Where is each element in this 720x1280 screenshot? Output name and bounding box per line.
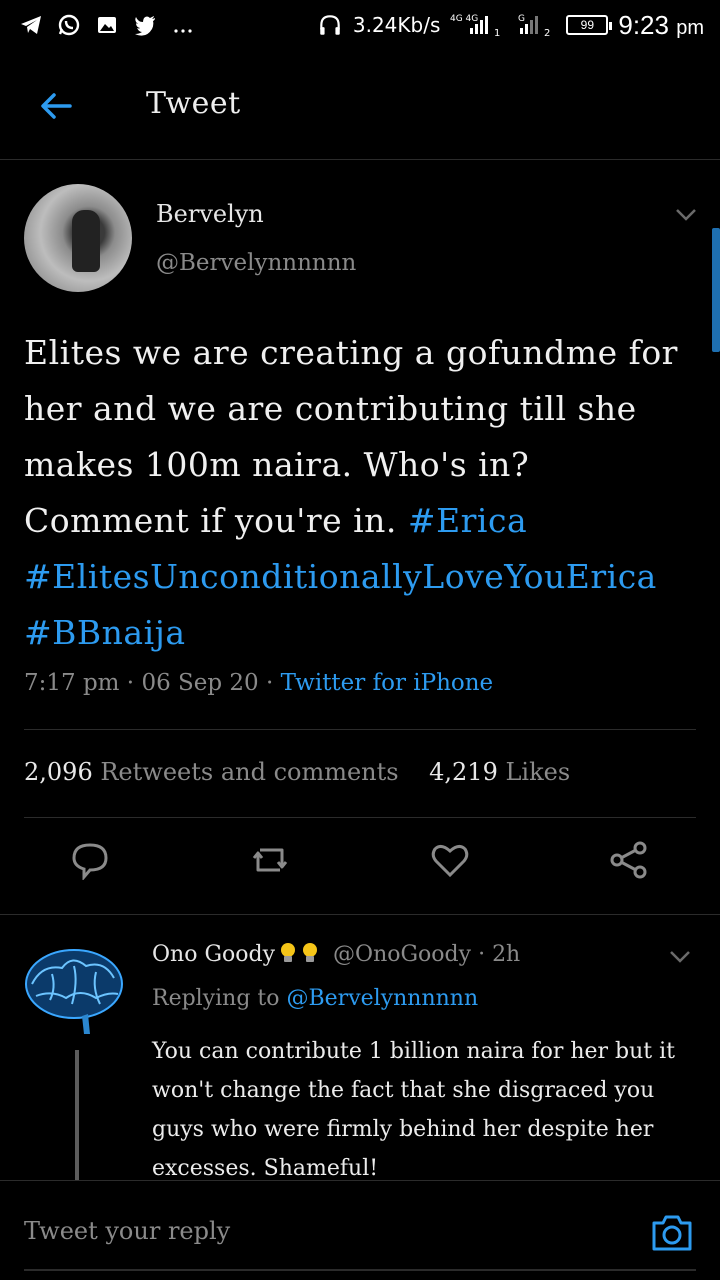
- svg-text:1: 1: [494, 28, 500, 38]
- clock: 9:23 pm: [618, 9, 704, 40]
- tweet-meta: 7:17 pm · 06 Sep 20 · Twitter for iPhone: [24, 670, 494, 696]
- retweets-label: Retweets and comments: [100, 758, 399, 786]
- author-name[interactable]: Bervelyn: [156, 200, 264, 228]
- telegram-icon: [18, 12, 44, 38]
- replying-to: Replying to @Bervelynnnnnn: [152, 986, 478, 1011]
- network-speed: 3.24Kb/s: [352, 13, 441, 37]
- reply-tweet[interactable]: Ono Goody @OnoGoody · 2h Replying to @Be…: [0, 916, 720, 1181]
- chevron-down-icon[interactable]: [666, 942, 694, 970]
- tweet-text: Elites we are creating a gofundme for he…: [24, 325, 694, 661]
- section-separator: [0, 914, 720, 915]
- tweet-actions: [0, 840, 720, 896]
- likes-stat[interactable]: 4,219 Likes: [429, 758, 570, 786]
- reply-text: You can contribute 1 billion naira for h…: [152, 1039, 675, 1181]
- reply-age: 2h: [492, 942, 521, 967]
- avatar-figure: [72, 210, 100, 272]
- avatar[interactable]: [24, 184, 132, 292]
- likes-label: Likes: [505, 758, 571, 786]
- tweet-date: 06 Sep 20: [141, 670, 259, 696]
- top-app-bar: Tweet: [0, 50, 720, 160]
- retweets-count: 2,096: [24, 758, 93, 786]
- reply-input[interactable]: Tweet your reply: [24, 1217, 230, 1245]
- retweets-stat[interactable]: 2,096 Retweets and comments: [24, 758, 399, 786]
- hashtag-link[interactable]: #BBnaija: [24, 613, 186, 652]
- hashtag-link[interactable]: #ElitesUnconditionallyLoveYouErica: [24, 557, 657, 596]
- divider: [24, 817, 696, 818]
- reply-header: Ono Goody @OnoGoody · 2h: [152, 942, 520, 967]
- tweet-time: 7:17 pm: [24, 670, 120, 696]
- thread-line: [75, 1050, 79, 1180]
- status-right: 3.24Kb/s 4G 4G 1 G2 99 9:23 pm: [317, 10, 704, 41]
- tweet-source-link[interactable]: Twitter for iPhone: [281, 670, 494, 696]
- status-bar: 3.24Kb/s 4G 4G 1 G2 99 9:23 pm: [0, 0, 720, 50]
- tweet-stats: 2,096 Retweets and comments 4,219 Likes: [24, 758, 570, 786]
- signal-icon: 4G 4G 1: [450, 12, 506, 38]
- svg-text:2: 2: [544, 28, 550, 38]
- lightbulb-emoji-icon: [301, 942, 319, 964]
- hashtag-link[interactable]: #Erica: [408, 501, 527, 540]
- twitter-icon: [132, 12, 158, 38]
- brain-avatar-icon[interactable]: [22, 944, 126, 1036]
- battery-icon: 99: [566, 15, 613, 35]
- more-icon: [170, 12, 196, 38]
- signal-sim2-icon: G2: [516, 12, 556, 38]
- headphones-icon: [317, 12, 343, 38]
- tweet-body: Elites we are creating a gofundme for he…: [24, 333, 678, 540]
- like-heart-icon[interactable]: [430, 840, 470, 880]
- divider: [24, 729, 696, 730]
- svg-text:4G 4G: 4G 4G: [450, 14, 478, 24]
- likes-count: 4,219: [429, 758, 498, 786]
- page-title: Tweet: [146, 86, 241, 121]
- retweet-icon[interactable]: [250, 840, 290, 880]
- composer-underline: [24, 1269, 696, 1271]
- camera-icon[interactable]: [650, 1211, 694, 1255]
- gallery-icon: [94, 12, 120, 38]
- comment-icon[interactable]: [70, 840, 110, 882]
- share-icon[interactable]: [609, 840, 649, 880]
- status-left: [18, 12, 196, 38]
- lightbulb-emoji-icon: [279, 942, 297, 964]
- svg-text:G: G: [518, 14, 525, 24]
- replying-label: Replying to: [152, 986, 280, 1011]
- reply-composer: Tweet your reply: [0, 1180, 720, 1280]
- whatsapp-icon: [56, 12, 82, 38]
- author-handle[interactable]: @Bervelynnnnnn: [156, 250, 356, 276]
- reply-age-sep: ·: [478, 942, 486, 967]
- chevron-down-icon[interactable]: [672, 200, 700, 228]
- replying-handle-link[interactable]: @Bervelynnnnnn: [287, 986, 479, 1011]
- reply-author-name[interactable]: Ono Goody: [152, 942, 275, 967]
- scrollbar[interactable]: [712, 228, 720, 352]
- back-arrow-icon[interactable]: [36, 86, 76, 126]
- reply-author-handle[interactable]: @OnoGoody: [333, 942, 471, 967]
